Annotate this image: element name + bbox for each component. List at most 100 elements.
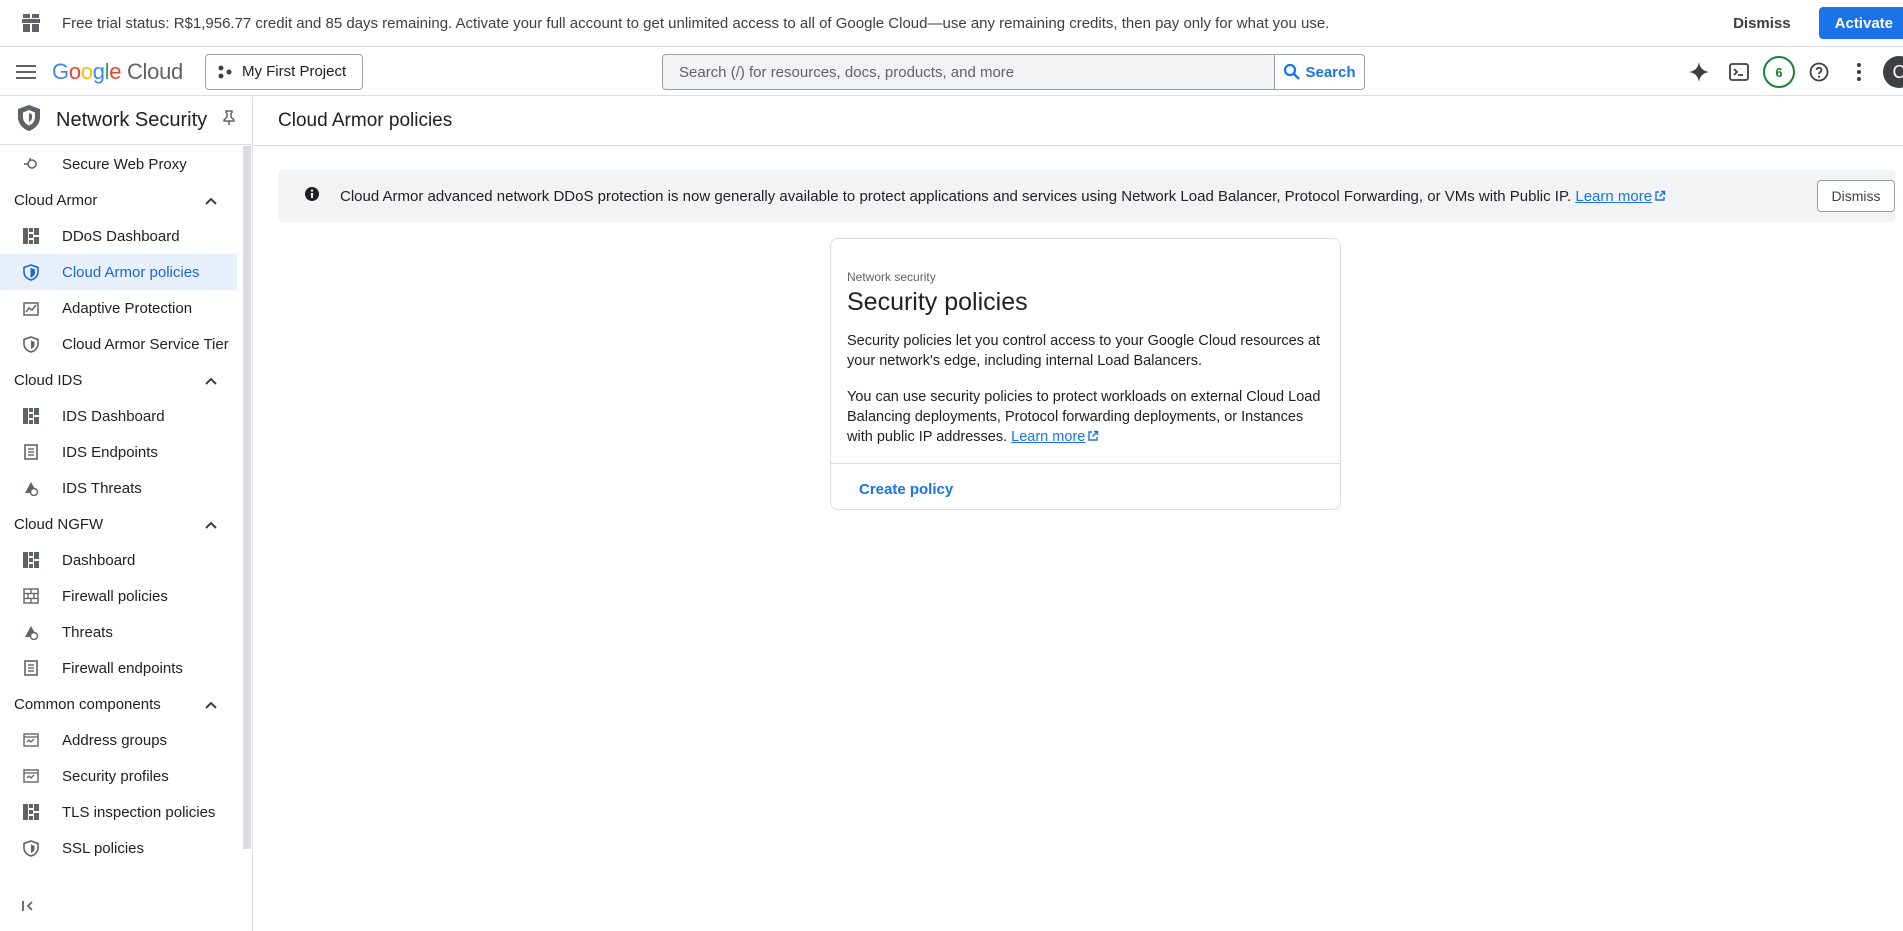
main-content: Cloud Armor policies Cloud Armor advance… bbox=[254, 97, 1903, 931]
shield-icon bbox=[22, 839, 40, 857]
activate-button[interactable]: Activate bbox=[1818, 7, 1903, 39]
sidebar-item-label: Secure Web Proxy bbox=[62, 155, 187, 173]
sidebar-header: Network Security bbox=[0, 97, 252, 145]
chevron-up-icon[interactable] bbox=[205, 372, 217, 389]
sidebar-item-label: Cloud Armor policies bbox=[62, 263, 200, 281]
network-security-icon bbox=[16, 104, 42, 137]
dashboard-icon bbox=[22, 551, 40, 569]
google-cloud-logo[interactable]: Google Cloud bbox=[52, 59, 183, 85]
sidebar-title: Network Security bbox=[56, 109, 208, 131]
help-icon[interactable] bbox=[1799, 52, 1839, 92]
gemini-sparkle-icon[interactable] bbox=[1679, 52, 1719, 92]
card-eyebrow: Network security bbox=[847, 270, 936, 284]
search-button-label: Search bbox=[1305, 63, 1356, 81]
shield-icon bbox=[22, 335, 40, 353]
sidebar-item-label: SSL policies bbox=[62, 839, 144, 857]
chart-icon bbox=[22, 299, 40, 317]
sidebar-item-ids-dashboard[interactable]: IDS Dashboard bbox=[0, 398, 237, 434]
info-banner: Cloud Armor advanced network DDoS protec… bbox=[278, 170, 1895, 222]
sidebar-item-adaptive-protection[interactable]: Adaptive Protection bbox=[0, 290, 237, 326]
info-icon bbox=[304, 186, 320, 207]
avatar[interactable]: C bbox=[1883, 56, 1903, 88]
sidebar-item-firewall-policies[interactable]: Firewall policies bbox=[0, 578, 237, 614]
dashboard-icon bbox=[22, 227, 40, 245]
trial-banner: Free trial status: R$1,956.77 credit and… bbox=[0, 0, 1903, 47]
card-learn-more-link[interactable]: Learn more bbox=[1011, 429, 1099, 445]
sidebar-item-label: Adaptive Protection bbox=[62, 299, 193, 317]
cloud-shell-icon[interactable] bbox=[1719, 52, 1759, 92]
dashboard-icon bbox=[22, 407, 40, 425]
sidebar-item-address-groups[interactable]: Address groups bbox=[0, 722, 237, 758]
sidebar-section-label: Common components bbox=[14, 695, 161, 713]
external-link-icon bbox=[1088, 430, 1099, 441]
info-banner-dismiss-button[interactable]: Dismiss bbox=[1817, 180, 1895, 212]
sidebar-item-dashboard[interactable]: Dashboard bbox=[0, 542, 237, 578]
project-picker-button[interactable]: My First Project bbox=[204, 53, 364, 90]
card-learn-more-label: Learn more bbox=[1011, 429, 1086, 445]
sidebar-item-cloud-armor-service-tier[interactable]: Cloud Armor Service Tier bbox=[0, 326, 237, 362]
sidebar-item-label: Firewall policies bbox=[62, 587, 168, 605]
sidebar-item-ids-endpoints[interactable]: IDS Endpoints bbox=[0, 434, 237, 470]
gift-icon bbox=[0, 13, 62, 33]
chevron-up-icon[interactable] bbox=[205, 696, 217, 713]
sidebar-scrollbar[interactable] bbox=[243, 146, 251, 849]
sidebar-item-label: Threats bbox=[62, 623, 113, 641]
chevron-up-icon[interactable] bbox=[205, 192, 217, 209]
external-link-icon bbox=[1655, 190, 1666, 201]
threat-icon bbox=[22, 479, 40, 497]
top-header: Google Cloud My First Project Search (/)… bbox=[0, 48, 1903, 96]
trial-message: Free trial status: R$1,956.77 credit and… bbox=[62, 14, 1330, 32]
project-icon bbox=[218, 65, 232, 78]
sidebar-item-firewall-endpoints[interactable]: Firewall endpoints bbox=[0, 650, 237, 686]
sidebar-item-label: IDS Threats bbox=[62, 479, 142, 497]
sidebar-item-tls-inspection-policies[interactable]: TLS inspection policies bbox=[0, 794, 237, 830]
sidebar-item-label: Firewall endpoints bbox=[62, 659, 183, 677]
search-placeholder: Search (/) for resources, docs, products… bbox=[679, 63, 1015, 81]
menu-icon[interactable] bbox=[0, 64, 52, 80]
sidebar-item-label: Security profiles bbox=[62, 767, 169, 785]
sidebar-item-cloud-armor-policies[interactable]: Cloud Armor policies bbox=[0, 254, 237, 290]
search-icon bbox=[1284, 63, 1301, 80]
more-vert-icon[interactable] bbox=[1839, 52, 1879, 92]
project-label: My First Project bbox=[241, 63, 347, 80]
page-header: Cloud Armor policies bbox=[254, 97, 1903, 146]
sidebar-item-label: DDoS Dashboard bbox=[62, 227, 180, 245]
sidebar-section-common-components[interactable]: Common components bbox=[0, 686, 237, 722]
info-banner-message: Cloud Armor advanced network DDoS protec… bbox=[340, 187, 1572, 205]
sidebar: Network Security Secure Web Proxy Cloud A… bbox=[0, 97, 253, 931]
threat-icon bbox=[22, 623, 40, 641]
dashboard-icon bbox=[22, 803, 40, 821]
endpoint-icon bbox=[22, 443, 40, 461]
group-icon bbox=[22, 731, 40, 749]
sidebar-section-cloud-ngfw[interactable]: Cloud NGFW bbox=[0, 506, 237, 542]
search-button[interactable]: Search bbox=[1275, 54, 1365, 90]
notifications-badge[interactable]: 6 bbox=[1763, 56, 1795, 88]
sidebar-item-label: Cloud Armor Service Tier bbox=[62, 335, 229, 353]
search-input[interactable]: Search (/) for resources, docs, products… bbox=[662, 54, 1275, 90]
sidebar-section-cloud-armor[interactable]: Cloud Armor bbox=[0, 182, 237, 218]
card-paragraph-2: You can use security policies to protect… bbox=[847, 387, 1331, 447]
sidebar-item-ids-threats[interactable]: IDS Threats bbox=[0, 470, 237, 506]
sidebar-item-ssl-policies[interactable]: SSL policies bbox=[0, 830, 237, 866]
page-title: Cloud Armor policies bbox=[278, 110, 453, 131]
info-banner-link-label: Learn more bbox=[1575, 187, 1653, 205]
proxy-icon bbox=[22, 155, 40, 173]
sidebar-item-label: Dashboard bbox=[62, 551, 136, 569]
sidebar-section-cloud-ids[interactable]: Cloud IDS bbox=[0, 362, 237, 398]
info-banner-learn-more-link[interactable]: Learn more bbox=[1575, 188, 1666, 205]
create-policy-button[interactable]: Create policy bbox=[859, 481, 953, 498]
sidebar-item-label: IDS Dashboard bbox=[62, 407, 165, 425]
security-policies-card: Network security Security policies Secur… bbox=[830, 238, 1341, 510]
sidebar-item-ddos-dashboard[interactable]: DDoS Dashboard bbox=[0, 218, 237, 254]
sidebar-item-security-profiles[interactable]: Security profiles bbox=[0, 758, 237, 794]
collapse-sidebar-icon[interactable] bbox=[22, 899, 36, 917]
info-banner-text: Cloud Armor advanced network DDoS protec… bbox=[340, 188, 1817, 205]
sidebar-item-secure-web-proxy[interactable]: Secure Web Proxy bbox=[0, 146, 237, 182]
sidebar-item-threats[interactable]: Threats bbox=[0, 614, 237, 650]
pin-icon[interactable] bbox=[222, 110, 236, 131]
group-icon bbox=[22, 767, 40, 785]
shield-icon bbox=[22, 263, 40, 281]
trial-dismiss-button[interactable]: Dismiss bbox=[1733, 15, 1791, 32]
logo-cloud: Cloud bbox=[126, 58, 183, 84]
chevron-up-icon[interactable] bbox=[205, 516, 217, 533]
